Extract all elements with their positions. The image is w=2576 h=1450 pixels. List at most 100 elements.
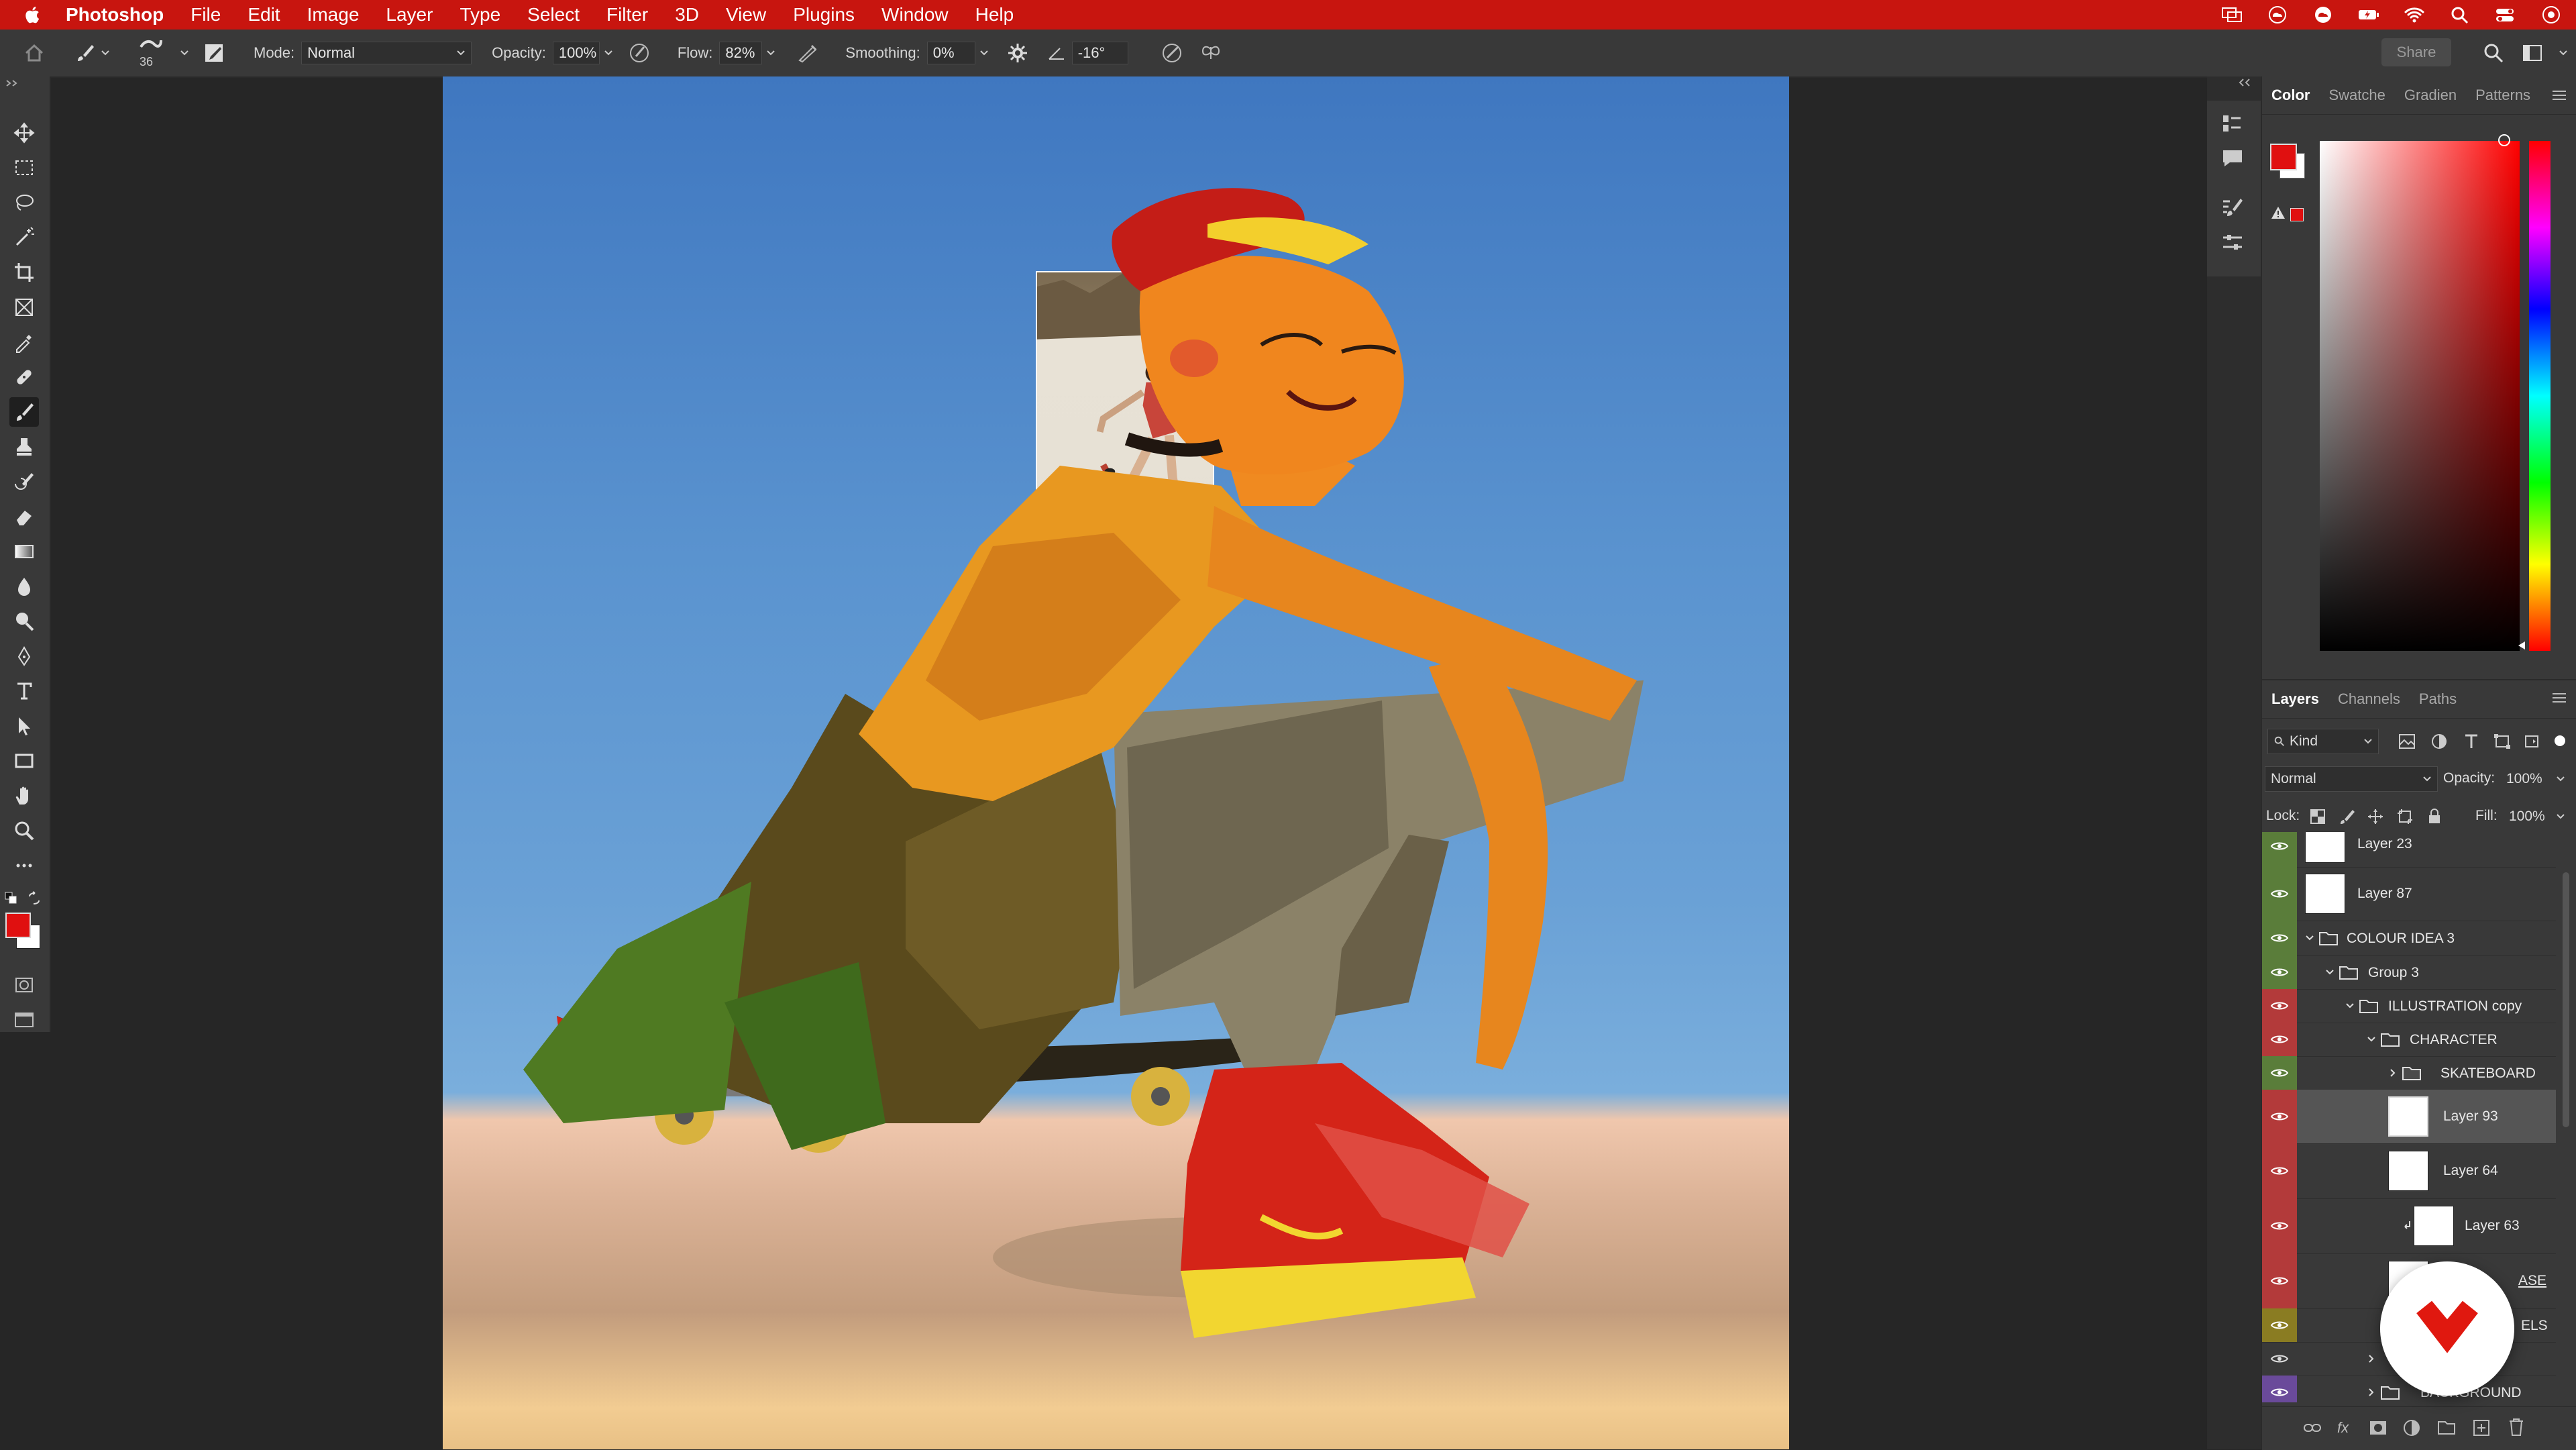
smoothing-input[interactable]: 0% (926, 42, 975, 64)
chevron-down-icon[interactable] (2556, 813, 2565, 820)
menu-file[interactable]: File (191, 4, 221, 25)
chevron-down-icon[interactable] (979, 50, 989, 56)
chevron-down-icon[interactable] (2325, 968, 2334, 977)
pen-tool-icon[interactable] (9, 641, 39, 671)
menu-plugins[interactable]: Plugins (793, 4, 855, 25)
history-brush-icon[interactable] (9, 467, 39, 497)
gamut-color-chip[interactable] (2290, 208, 2304, 221)
chevron-down-icon[interactable] (2367, 1035, 2376, 1044)
filter-type-layers-icon[interactable] (2462, 733, 2481, 750)
menu-select[interactable]: Select (527, 4, 580, 25)
layer-name[interactable]: ELS (2521, 1318, 2548, 1334)
layer-name[interactable]: COLOUR IDEA 3 (2347, 931, 2455, 947)
tab-gradients[interactable]: Gradien (2395, 87, 2466, 104)
layer-group-row[interactable]: ILLUSTRATION copy (2262, 989, 2556, 1023)
new-layer-icon[interactable] (2471, 1418, 2491, 1438)
filter-shape-layers-icon[interactable] (2493, 733, 2512, 750)
panel-menu-icon[interactable] (2551, 89, 2568, 102)
menu-layer[interactable]: Layer (386, 4, 433, 25)
workspace-switcher-icon[interactable] (2521, 42, 2544, 64)
more-tools-icon[interactable] (9, 851, 39, 880)
saturation-brightness-field[interactable] (2320, 141, 2520, 651)
battery-icon[interactable] (2357, 5, 2380, 25)
add-mask-icon[interactable] (2368, 1418, 2388, 1438)
panel-menu-icon[interactable] (2551, 691, 2568, 705)
layer-visibility-toggle[interactable] (2262, 1056, 2297, 1090)
chevron-right-icon[interactable] (2367, 1388, 2376, 1397)
opacity-input[interactable]: 100% (552, 42, 600, 64)
screen-mode-icon[interactable] (9, 1005, 39, 1035)
layer-filter-select[interactable]: Kind (2267, 729, 2379, 754)
chevron-down-icon[interactable] (604, 50, 613, 56)
frame-tool-icon[interactable] (9, 293, 39, 322)
smoothing-settings-gear-icon[interactable] (1006, 42, 1029, 64)
hand-tool-icon[interactable] (9, 781, 39, 811)
healing-brush-icon[interactable] (9, 362, 39, 392)
layer-name[interactable]: Layer 63 (2465, 1218, 2520, 1234)
color-panel-foreground-swatch[interactable] (2270, 144, 2297, 170)
gradient-tool-icon[interactable] (9, 537, 39, 566)
new-adjustment-layer-icon[interactable] (2402, 1418, 2422, 1438)
control-center-icon[interactable] (2494, 5, 2517, 25)
menu-help[interactable]: Help (975, 4, 1014, 25)
airbrush-icon[interactable] (796, 42, 818, 64)
floating-app-logo-button[interactable] (2380, 1261, 2514, 1396)
lock-position-icon[interactable] (2367, 808, 2384, 825)
filter-smart-objects-icon[interactable] (2522, 733, 2541, 750)
link-layers-icon[interactable] (2302, 1418, 2322, 1438)
siri-icon[interactable] (2540, 5, 2563, 25)
menu-window[interactable]: Window (881, 4, 949, 25)
layer-row[interactable]: Layer 87 (2262, 867, 2556, 921)
angle-input[interactable]: -16° (1071, 42, 1128, 64)
chevron-down-icon[interactable] (766, 50, 775, 56)
eraser-icon[interactable] (9, 502, 39, 531)
menu-type[interactable]: Type (460, 4, 500, 25)
type-tool-icon[interactable] (9, 676, 39, 706)
chevron-down-icon[interactable] (180, 50, 189, 56)
layer-visibility-toggle[interactable] (2262, 1198, 2297, 1253)
layer-name[interactable]: ASE (2518, 1273, 2546, 1289)
default-colors-icon[interactable] (4, 891, 19, 906)
menu-edit[interactable]: Edit (248, 4, 280, 25)
foreground-color-swatch[interactable] (5, 913, 31, 938)
layer-group-row[interactable]: Group 3 (2262, 955, 2556, 990)
home-icon[interactable] (23, 42, 46, 64)
layer-visibility-toggle[interactable] (2262, 832, 2297, 867)
share-button[interactable]: Share (2381, 38, 2451, 66)
chevron-down-icon[interactable] (101, 50, 110, 56)
brush-tool-icon[interactable] (9, 397, 39, 427)
layer-name[interactable]: Layer 93 (2443, 1108, 2498, 1125)
layer-group-row[interactable]: SKATEBOARD (2262, 1056, 2556, 1090)
blur-tool-icon[interactable] (9, 572, 39, 601)
layer-visibility-toggle[interactable] (2262, 989, 2297, 1023)
lock-artboard-icon[interactable] (2396, 808, 2414, 825)
zoom-tool-icon[interactable] (9, 816, 39, 845)
pressure-opacity-icon[interactable] (628, 42, 651, 64)
screen-mirroring-icon[interactable] (2220, 5, 2243, 25)
tab-color[interactable]: Color (2262, 87, 2319, 104)
rectangle-tool-icon[interactable] (9, 746, 39, 776)
adjustments-panel-icon[interactable] (2219, 229, 2246, 256)
fill-input[interactable]: 100% (2509, 804, 2553, 829)
brush-settings-panel-icon[interactable] (2219, 195, 2246, 221)
tab-channels[interactable]: Channels (2328, 690, 2410, 708)
quick-mask-icon[interactable] (9, 970, 39, 1000)
document-canvas[interactable] (443, 76, 1789, 1449)
layer-name[interactable]: Layer 64 (2443, 1163, 2498, 1179)
hue-slider-handle[interactable] (2517, 640, 2526, 651)
dodge-tool-icon[interactable] (9, 607, 39, 636)
cloud-sync-icon[interactable] (2312, 5, 2334, 25)
mode-select[interactable]: Normal (301, 42, 472, 64)
clone-stamp-icon[interactable] (9, 432, 39, 462)
new-group-icon[interactable] (2436, 1418, 2457, 1438)
expand-panel-icon[interactable] (5, 79, 20, 87)
layer-name[interactable]: SKATEBOARD (2440, 1066, 2536, 1082)
tab-patterns[interactable]: Patterns (2466, 87, 2540, 104)
layer-group-row[interactable]: COLOUR IDEA 3 (2262, 921, 2556, 956)
layer-row[interactable]: Layer 64 (2262, 1143, 2556, 1199)
color-picker-cursor[interactable] (2498, 134, 2510, 146)
filter-toggle-switch[interactable] (2555, 735, 2565, 746)
search-icon[interactable] (2482, 42, 2505, 64)
delete-layer-icon[interactable] (2506, 1416, 2526, 1438)
chevron-down-icon[interactable] (2305, 933, 2314, 943)
